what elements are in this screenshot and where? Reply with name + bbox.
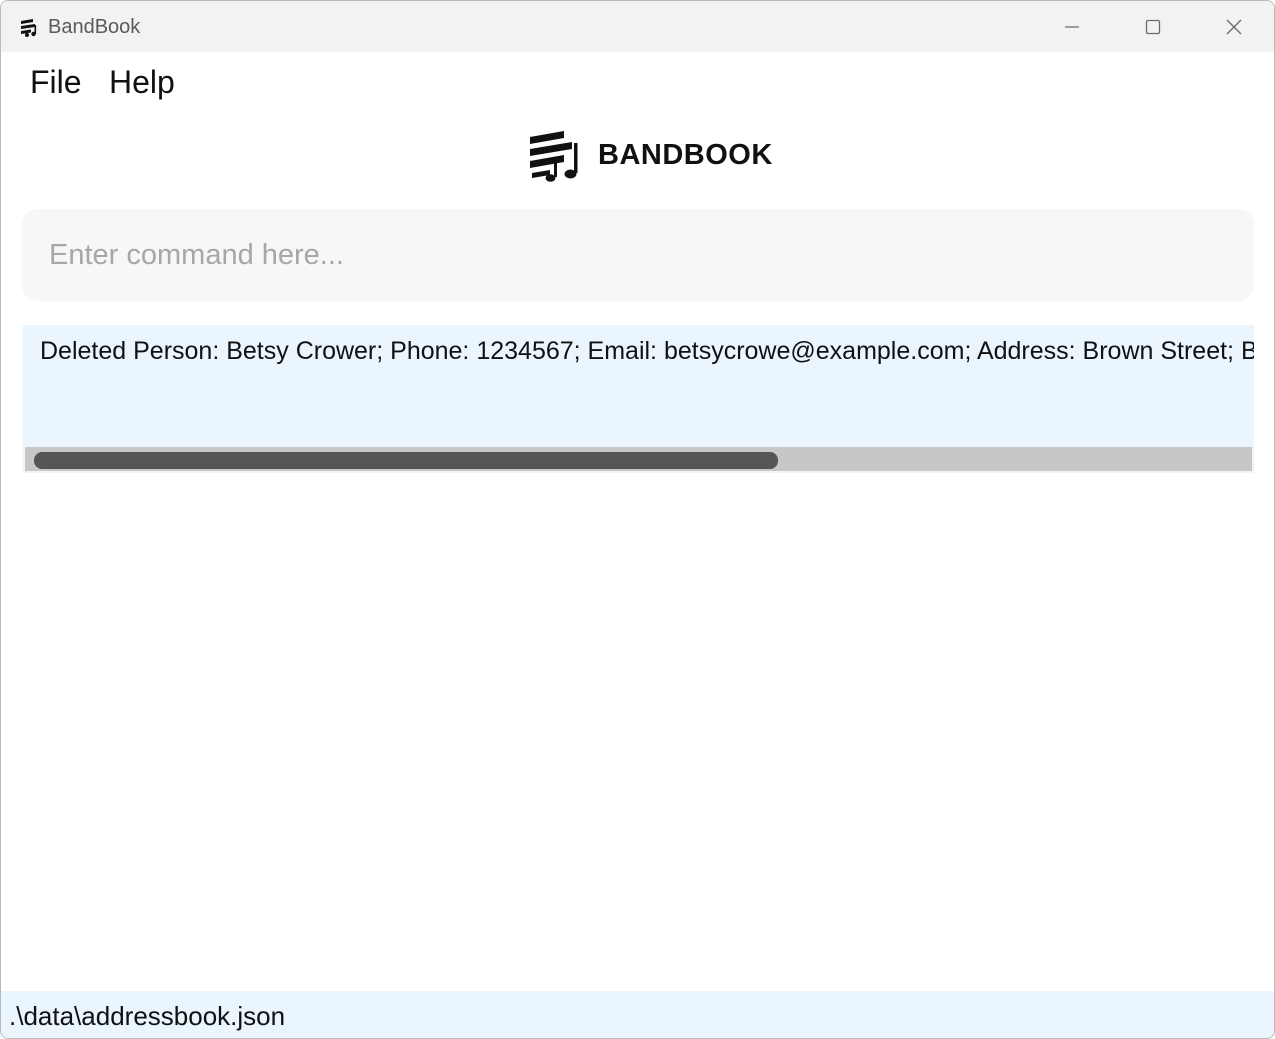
title-bar[interactable]: BandBook <box>1 1 1274 52</box>
close-icon <box>1226 19 1242 35</box>
minimize-icon <box>1065 26 1079 28</box>
maximize-button[interactable] <box>1124 7 1182 47</box>
close-button[interactable] <box>1205 7 1263 47</box>
result-message: Deleted Person: Betsy Crower; Phone: 123… <box>40 337 1254 365</box>
minimize-button[interactable] <box>1043 7 1101 47</box>
maximize-icon <box>1145 19 1161 35</box>
menu-bar: File Help <box>1 52 1274 112</box>
horizontal-scrollbar[interactable] <box>25 447 1252 471</box>
command-input[interactable] <box>22 209 1254 301</box>
logo-text: BANDBOOK <box>598 138 773 171</box>
app-icon <box>21 19 37 37</box>
window-title: BandBook <box>48 16 141 38</box>
save-file-path: .\data\addressbook.json <box>9 1001 286 1031</box>
command-box <box>22 209 1254 301</box>
scrollbar-thumb[interactable] <box>34 452 778 469</box>
menu-help[interactable]: Help <box>109 62 175 102</box>
menu-file[interactable]: File <box>30 62 82 102</box>
music-book-icon <box>530 130 578 182</box>
result-display: Deleted Person: Betsy Crower; Phone: 123… <box>23 325 1254 473</box>
app-window: BandBook File Help BANDBOOK Enter comman… <box>0 0 1275 1039</box>
status-bar: .\data\addressbook.json <box>1 991 1274 1038</box>
app-logo: BANDBOOK <box>528 127 773 183</box>
